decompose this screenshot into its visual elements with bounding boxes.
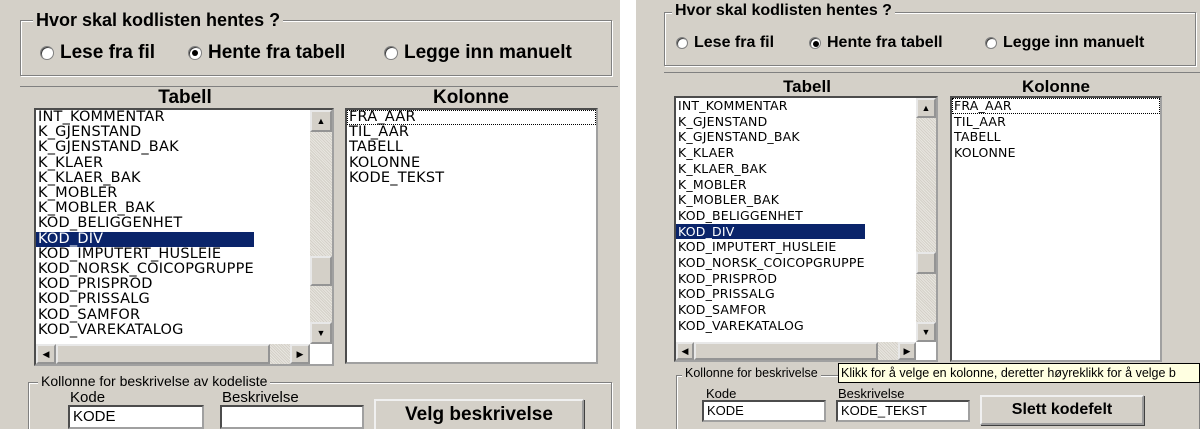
list-item[interactable]: KOD_NORSK_COICOPGRUPPE xyxy=(676,255,865,271)
list-item[interactable]: KOD_PRISSALG xyxy=(676,286,865,302)
tabell-hscrollbar[interactable]: ◀ ▶ xyxy=(36,344,310,364)
radio-legge-inn-manuelt[interactable]: Legge inn manuelt xyxy=(384,42,572,64)
tabell-list: INT_KOMMENTAR K_GJENSTAND K_GJENSTAND_BAK K… xyxy=(676,98,865,334)
list-item[interactable]: FRA_AAR xyxy=(952,98,1160,114)
list-item[interactable]: TABELL xyxy=(952,129,1160,145)
list-item[interactable]: K_MOBLER_BAK xyxy=(36,201,254,216)
list-item[interactable]: KOD_PRISSALG xyxy=(36,292,254,307)
slett-kodefelt-button[interactable]: Slett kodefelt xyxy=(980,395,1144,425)
scroll-up-arrow-icon[interactable]: ▲ xyxy=(310,110,332,132)
radio-checked-icon xyxy=(188,46,202,60)
radio-circle-icon xyxy=(985,37,997,49)
list-item[interactable]: K_MOBLER xyxy=(36,185,254,201)
scroll-down-arrow-icon[interactable]: ▼ xyxy=(916,322,936,342)
list-item[interactable]: KOD_BELIGGENHET xyxy=(676,208,865,224)
list-item[interactable]: KOD_PRISPROD xyxy=(676,271,865,287)
kolonne-header: Kolonne xyxy=(433,87,509,108)
list-item[interactable]: KOD_SAMFOR xyxy=(676,302,865,318)
list-item[interactable]: KOD_VAREKATALOG xyxy=(36,322,254,338)
list-item[interactable]: K_MOBLER xyxy=(676,177,865,193)
desc-group-title: Kollonne for beskrivelse av kodeliste xyxy=(38,373,271,389)
tabell-vscrollbar[interactable]: ▲ ▼ xyxy=(310,110,332,344)
list-item[interactable]: KOD_DIV xyxy=(36,231,254,247)
scroll-left-arrow-icon[interactable]: ◀ xyxy=(676,342,694,360)
list-item[interactable]: K_KLAER_BAK xyxy=(676,161,865,177)
kode-field[interactable]: KODE xyxy=(68,405,204,429)
tabell-listbox[interactable]: INT_KOMMENTAR K_GJENSTAND K_GJENSTAND_BAK K… xyxy=(34,108,334,366)
list-item[interactable]: KOD_DIV xyxy=(676,223,865,240)
list-item[interactable]: KOD_IMPUTERT_HUSLEIE xyxy=(676,239,865,255)
kolonne-listbox[interactable]: FRA_AAR TIL_AAR TABELL KOLONNE KODE_TEKST xyxy=(345,108,598,364)
kolonne-list: FRA_AAR TIL_AAR TABELL KOLONNE KODE_TEKST xyxy=(347,110,596,186)
hscroll-thumb[interactable] xyxy=(694,342,878,360)
right-panel: Hvor skal kodlisten hentes ? Lese fra fi… xyxy=(636,0,1200,429)
list-item[interactable]: K_GJENSTAND xyxy=(676,114,865,130)
list-item[interactable]: KOLONNE xyxy=(347,155,596,171)
scroll-thumb[interactable] xyxy=(310,256,332,286)
kolonne-header: Kolonne xyxy=(1022,77,1090,96)
kode-label: Kode xyxy=(706,386,737,401)
tabell-list: INT_KOMMENTAR K_GJENSTAND K_GJENSTAND_BAK K… xyxy=(36,110,254,338)
list-item[interactable]: K_GJENSTAND xyxy=(36,125,254,140)
radio-lese-fra-fil[interactable]: Lese fra fil xyxy=(40,42,155,64)
list-item[interactable]: TIL_AAR xyxy=(952,114,1160,130)
kode-label: Kode xyxy=(70,389,106,406)
hscroll-thumb[interactable] xyxy=(56,344,270,364)
scroll-left-arrow-icon[interactable]: ◀ xyxy=(36,344,56,364)
scroll-down-arrow-icon[interactable]: ▼ xyxy=(310,322,332,344)
source-group-title: Hvor skal kodlisten hentes ? xyxy=(672,2,895,20)
scroll-up-arrow-icon[interactable]: ▲ xyxy=(916,98,936,118)
divider xyxy=(664,72,1200,73)
velg-beskrivelse-button[interactable]: Velg beskrivelse xyxy=(374,399,584,429)
list-item[interactable]: KOD_NORSK_COICOPGRUPPE xyxy=(36,261,254,277)
kolonne-listbox[interactable]: FRA_AAR TIL_AAR TABELL KOLONNE xyxy=(950,96,1162,362)
radio-circle-icon xyxy=(676,37,688,49)
desc-group-title: Kollonne for beskrivelse xyxy=(682,366,821,380)
list-item[interactable]: INT_KOMMENTAR xyxy=(36,110,254,125)
list-item[interactable]: K_KLAER_BAK xyxy=(36,170,254,186)
radio-legge-inn-manuelt[interactable]: Legge inn manuelt xyxy=(985,34,1144,52)
tabell-header: Tabell xyxy=(783,77,831,96)
scroll-right-arrow-icon[interactable]: ▶ xyxy=(290,344,310,364)
list-item[interactable]: INT_KOMMENTAR xyxy=(676,98,865,114)
tabell-header: Tabell xyxy=(158,87,212,108)
tabell-vscrollbar[interactable]: ▲ ▼ xyxy=(916,98,936,342)
list-item[interactable]: TIL_AAR xyxy=(347,125,596,140)
beskrivelse-label: Beskrivelse xyxy=(222,389,299,406)
tooltip: Klikk for å velge en kolonne, deretter h… xyxy=(838,363,1200,383)
radio-circle-icon xyxy=(40,46,54,60)
list-item[interactable]: K_GJENSTAND_BAK xyxy=(676,129,865,145)
list-item[interactable]: TABELL xyxy=(347,140,596,155)
source-group-title: Hvor skal kodlisten hentes ? xyxy=(33,10,284,31)
scroll-right-arrow-icon[interactable]: ▶ xyxy=(898,342,916,360)
radio-lese-fra-fil[interactable]: Lese fra fil xyxy=(676,34,774,52)
list-item[interactable]: KOD_PRISPROD xyxy=(36,277,254,292)
list-item[interactable]: KODE_TEKST xyxy=(347,170,596,186)
list-item[interactable]: K_MOBLER_BAK xyxy=(676,192,865,208)
radio-circle-icon xyxy=(384,46,398,60)
list-item[interactable]: K_GJENSTAND_BAK xyxy=(36,140,254,155)
list-item[interactable]: KOD_IMPUTERT_HUSLEIE xyxy=(36,246,254,262)
list-item[interactable]: FRA_AAR xyxy=(347,110,596,126)
kolonne-list: FRA_AAR TIL_AAR TABELL KOLONNE xyxy=(952,98,1160,161)
list-item[interactable]: KOD_SAMFOR xyxy=(36,307,254,323)
list-item[interactable]: K_KLAER xyxy=(36,155,254,171)
radio-checked-icon xyxy=(809,37,821,49)
scroll-thumb[interactable] xyxy=(916,252,936,274)
tabell-listbox[interactable]: INT_KOMMENTAR K_GJENSTAND K_GJENSTAND_BAK K… xyxy=(674,96,938,362)
panel-gap xyxy=(620,0,636,429)
beskrivelse-field[interactable]: KODE_TEKST xyxy=(836,400,970,422)
radio-hente-fra-tabell[interactable]: Hente fra tabell xyxy=(188,42,345,64)
list-item[interactable]: K_KLAER xyxy=(676,145,865,161)
list-item[interactable]: KOLONNE xyxy=(952,145,1160,161)
beskrivelse-label: Beskrivelse xyxy=(838,386,905,401)
list-item[interactable]: KOD_VAREKATALOG xyxy=(676,318,865,334)
radio-hente-fra-tabell[interactable]: Hente fra tabell xyxy=(809,34,943,52)
kode-field[interactable]: KODE xyxy=(702,400,826,422)
left-panel: Hvor skal kodlisten hentes ? Lese fra fi… xyxy=(0,0,620,429)
beskrivelse-field[interactable] xyxy=(220,405,364,429)
tabell-hscrollbar[interactable]: ◀ ▶ xyxy=(676,342,916,360)
list-item[interactable]: KOD_BELIGGENHET xyxy=(36,216,254,231)
